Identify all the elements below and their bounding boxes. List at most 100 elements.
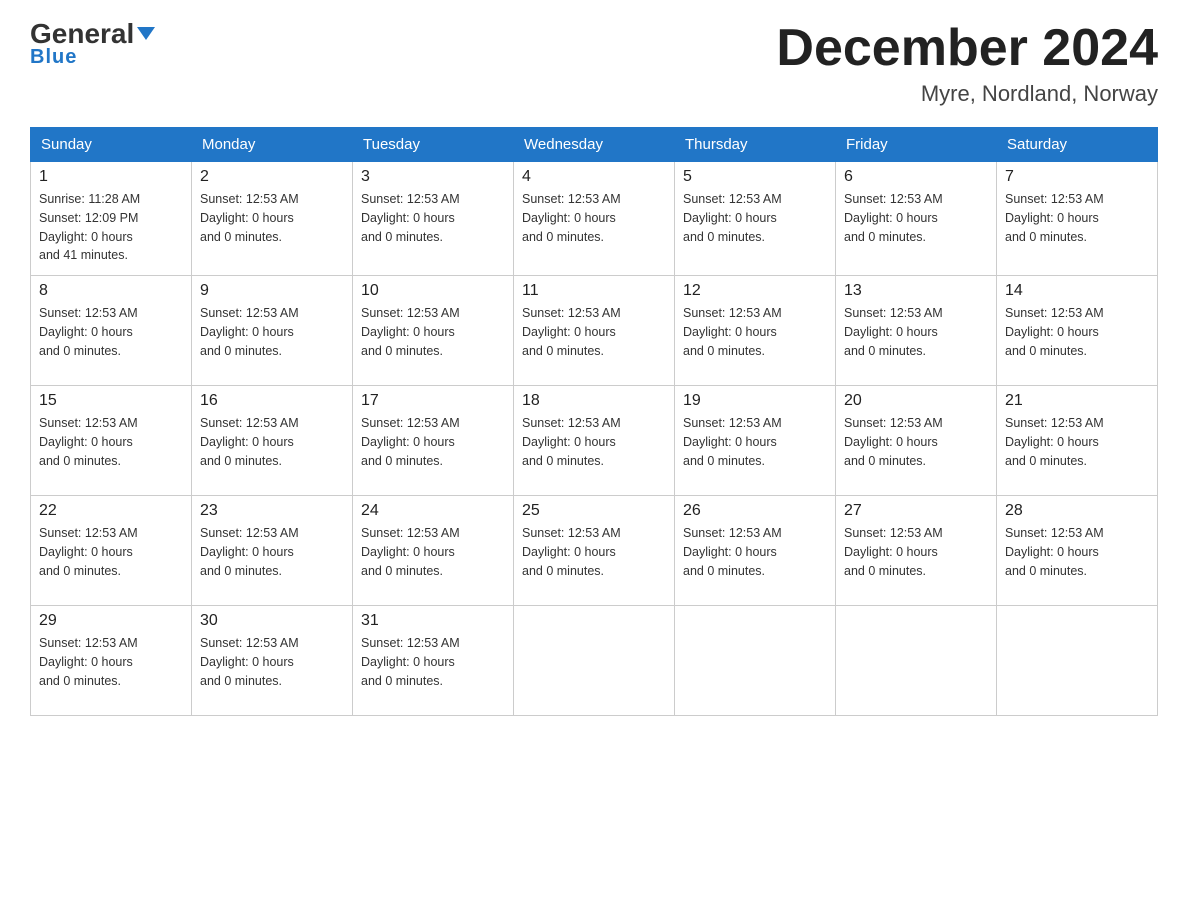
day-number: 10	[361, 282, 505, 300]
header-wednesday: Wednesday	[514, 128, 675, 162]
calendar-week-row: 8 Sunset: 12:53 AM Daylight: 0 hours and …	[31, 276, 1158, 386]
location-subtitle: Myre, Nordland, Norway	[776, 81, 1158, 107]
day-info: Sunset: 12:53 AM Daylight: 0 hours and 0…	[844, 524, 988, 580]
table-row	[836, 606, 997, 716]
day-number: 19	[683, 392, 827, 410]
day-number: 3	[361, 168, 505, 186]
header-saturday: Saturday	[997, 128, 1158, 162]
table-row: 16Sunset: 12:53 AM Daylight: 0 hours and…	[192, 386, 353, 496]
table-row: 20 Sunset: 12:53 AM Daylight: 0 hours and…	[836, 386, 997, 496]
table-row: 13Sunset: 12:53 AM Daylight: 0 hours and…	[836, 276, 997, 386]
table-row: 30 Sunset: 12:53 AM Daylight: 0 hours and…	[192, 606, 353, 716]
day-info: Sunset: 12:53 AM Daylight: 0 hours and 0…	[683, 414, 827, 470]
day-number: 6	[844, 168, 988, 186]
day-number: 28	[1005, 502, 1149, 520]
table-row: 8 Sunset: 12:53 AM Daylight: 0 hours and …	[31, 276, 192, 386]
day-info: Sunset: 12:53 AM Daylight: 0 hours and 0…	[361, 304, 505, 360]
day-number: 12	[683, 282, 827, 300]
day-info: Sunset: 12:53 AM Daylight: 0 hours and 0…	[522, 190, 666, 246]
day-info: Sunset: 12:53 AM Daylight: 0 hours and 0…	[39, 304, 183, 360]
table-row: 17 Sunset: 12:53 AM Daylight: 0 hours and…	[353, 386, 514, 496]
header-sunday: Sunday	[31, 128, 192, 162]
day-number: 15	[39, 392, 183, 410]
table-row	[514, 606, 675, 716]
table-row: 18Sunset: 12:53 AM Daylight: 0 hours and…	[514, 386, 675, 496]
header-tuesday: Tuesday	[353, 128, 514, 162]
table-row: 25Sunset: 12:53 AM Daylight: 0 hours and…	[514, 496, 675, 606]
day-info: Sunset: 12:53 AM Daylight: 0 hours and 0…	[683, 304, 827, 360]
day-number: 30	[200, 612, 344, 630]
table-row: 14Sunset: 12:53 AM Daylight: 0 hours and…	[997, 276, 1158, 386]
table-row: 31 Sunset: 12:53 AM Daylight: 0 hours and…	[353, 606, 514, 716]
table-row: 9Sunset: 12:53 AM Daylight: 0 hours and …	[192, 276, 353, 386]
day-info: Sunset: 12:53 AM Daylight: 0 hours and 0…	[522, 304, 666, 360]
table-row: 19 Sunset: 12:53 AM Daylight: 0 hours and…	[675, 386, 836, 496]
day-number: 17	[361, 392, 505, 410]
calendar-week-row: 15 Sunset: 12:53 AM Daylight: 0 hours and…	[31, 386, 1158, 496]
title-area: December 2024 Myre, Nordland, Norway	[776, 20, 1158, 107]
table-row: 28 Sunset: 12:53 AM Daylight: 0 hours and…	[997, 496, 1158, 606]
day-info: Sunset: 12:53 AM Daylight: 0 hours and 0…	[200, 524, 344, 580]
day-number: 13	[844, 282, 988, 300]
day-number: 1	[39, 168, 183, 186]
table-row: 10 Sunset: 12:53 AM Daylight: 0 hours and…	[353, 276, 514, 386]
logo-blue: Blue	[30, 46, 77, 69]
table-row: 21 Sunset: 12:53 AM Daylight: 0 hours and…	[997, 386, 1158, 496]
table-row: 3 Sunset: 12:53 AM Daylight: 0 hours and …	[353, 162, 514, 276]
month-year-title: December 2024	[776, 20, 1158, 77]
table-row: 4 Sunset: 12:53 AM Daylight: 0 hours and …	[514, 162, 675, 276]
day-info: Sunset: 12:53 AM Daylight: 0 hours and 0…	[1005, 414, 1149, 470]
day-info: Sunset: 12:53 AM Daylight: 0 hours and 0…	[39, 524, 183, 580]
day-number: 20	[844, 392, 988, 410]
day-number: 29	[39, 612, 183, 630]
day-number: 4	[522, 168, 666, 186]
header-monday: Monday	[192, 128, 353, 162]
day-number: 21	[1005, 392, 1149, 410]
table-row: 24 Sunset: 12:53 AM Daylight: 0 hours and…	[353, 496, 514, 606]
day-info: Sunset: 12:53 AM Daylight: 0 hours and 0…	[200, 304, 344, 360]
day-number: 27	[844, 502, 988, 520]
header-friday: Friday	[836, 128, 997, 162]
day-info: Sunset: 12:53 AM Daylight: 0 hours and 0…	[361, 190, 505, 246]
day-number: 8	[39, 282, 183, 300]
table-row: 29 Sunset: 12:53 AM Daylight: 0 hours and…	[31, 606, 192, 716]
day-info: Sunset: 12:53 AM Daylight: 0 hours and 0…	[200, 190, 344, 246]
day-info: Sunset: 12:53 AM Daylight: 0 hours and 0…	[1005, 524, 1149, 580]
header-thursday: Thursday	[675, 128, 836, 162]
table-row: 23 Sunset: 12:53 AM Daylight: 0 hours and…	[192, 496, 353, 606]
day-number: 31	[361, 612, 505, 630]
table-row: 2 Sunset: 12:53 AM Daylight: 0 hours and …	[192, 162, 353, 276]
table-row: 22 Sunset: 12:53 AM Daylight: 0 hours and…	[31, 496, 192, 606]
day-number: 22	[39, 502, 183, 520]
table-row	[675, 606, 836, 716]
day-info: Sunrise: 11:28 AM Sunset: 12:09 PM Dayli…	[39, 190, 183, 265]
table-row: 27 Sunset: 12:53 AM Daylight: 0 hours and…	[836, 496, 997, 606]
day-info: Sunset: 12:53 AM Daylight: 0 hours and 0…	[39, 414, 183, 470]
day-number: 2	[200, 168, 344, 186]
day-number: 24	[361, 502, 505, 520]
day-info: Sunset: 12:53 AM Daylight: 0 hours and 0…	[522, 414, 666, 470]
logo: General Blue	[30, 20, 155, 69]
day-number: 5	[683, 168, 827, 186]
day-number: 7	[1005, 168, 1149, 186]
day-number: 23	[200, 502, 344, 520]
day-info: Sunset: 12:53 AM Daylight: 0 hours and 0…	[844, 414, 988, 470]
table-row: 11 Sunset: 12:53 AM Daylight: 0 hours and…	[514, 276, 675, 386]
calendar-header-row: Sunday Monday Tuesday Wednesday Thursday…	[31, 128, 1158, 162]
day-number: 11	[522, 282, 666, 300]
day-info: Sunset: 12:53 AM Daylight: 0 hours and 0…	[361, 414, 505, 470]
table-row: 6 Sunset: 12:53 AM Daylight: 0 hours and …	[836, 162, 997, 276]
day-info: Sunset: 12:53 AM Daylight: 0 hours and 0…	[683, 190, 827, 246]
day-info: Sunset: 12:53 AM Daylight: 0 hours and 0…	[683, 524, 827, 580]
table-row: 26Sunset: 12:53 AM Daylight: 0 hours and…	[675, 496, 836, 606]
day-number: 25	[522, 502, 666, 520]
day-info: Sunset: 12:53 AM Daylight: 0 hours and 0…	[200, 634, 344, 690]
table-row	[997, 606, 1158, 716]
day-info: Sunset: 12:53 AM Daylight: 0 hours and 0…	[39, 634, 183, 690]
day-info: Sunset: 12:53 AM Daylight: 0 hours and 0…	[361, 634, 505, 690]
table-row: 7Sunset: 12:53 AM Daylight: 0 hours and …	[997, 162, 1158, 276]
day-info: Sunset: 12:53 AM Daylight: 0 hours and 0…	[844, 190, 988, 246]
table-row: 12 Sunset: 12:53 AM Daylight: 0 hours and…	[675, 276, 836, 386]
table-row: 1 Sunrise: 11:28 AM Sunset: 12:09 PM Dayl…	[31, 162, 192, 276]
day-info: Sunset: 12:53 AM Daylight: 0 hours and 0…	[361, 524, 505, 580]
